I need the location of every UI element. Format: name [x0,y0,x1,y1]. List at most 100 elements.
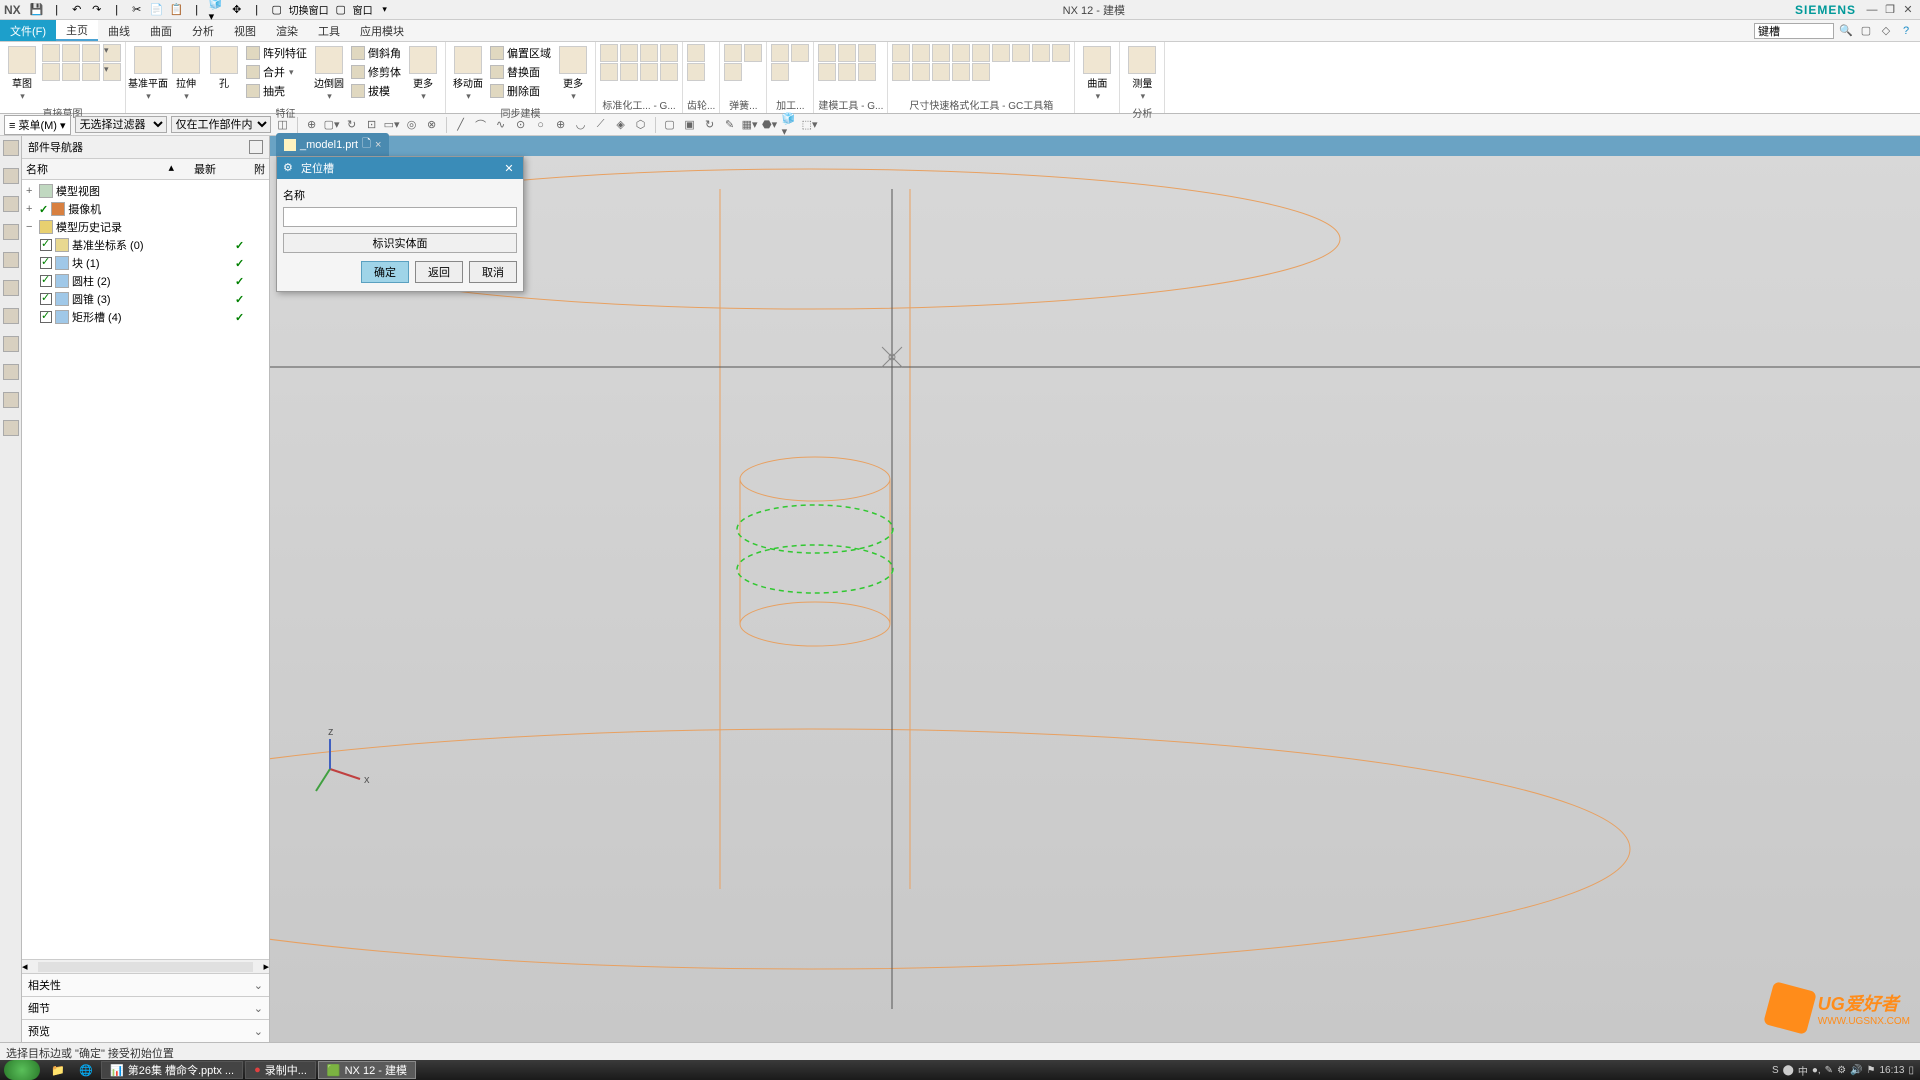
checkbox[interactable] [40,239,52,251]
ok-button[interactable]: 确定 [361,261,409,283]
std-icon[interactable] [640,44,658,62]
point-icon[interactable] [82,63,100,81]
redo-icon[interactable]: ↷ [89,2,105,18]
rail-reuse-icon[interactable] [3,252,19,268]
spring-icon[interactable] [744,44,762,62]
tab-app[interactable]: 应用模块 [350,20,414,41]
tab-render[interactable]: 渲染 [266,20,308,41]
browser-icon[interactable]: 🌐 [73,1061,99,1079]
tray-icon[interactable]: S [1772,1065,1779,1076]
search-icon[interactable]: 🔍 [1838,23,1854,39]
rail-history-icon[interactable] [3,336,19,352]
selection-filter-select[interactable]: 无选择过滤器 [75,116,167,133]
dialog-titlebar[interactable]: ⚙ 定位槽 ✕ [277,157,523,179]
checkbox[interactable] [40,293,52,305]
spring-icon[interactable] [724,44,742,62]
sort-icon[interactable]: ▴ [168,161,174,177]
tab-surface[interactable]: 曲面 [140,20,182,41]
offset-region-button[interactable]: 偏置区域 [488,44,553,62]
tray-clock[interactable]: 16:13 [1879,1065,1904,1076]
rail-roles-icon[interactable] [3,364,19,380]
selection-scope-select[interactable]: 仅在工作部件内 [171,116,271,133]
help-icon[interactable]: ? [1898,23,1914,39]
rail-process-icon[interactable] [3,392,19,408]
collapse-icon[interactable]: − [26,221,36,233]
nav-hscroll[interactable]: ◂▸ [22,959,269,973]
mach-icon[interactable] [771,44,789,62]
snap-icon[interactable]: ○ [533,117,549,133]
rail-nav-icon[interactable] [3,168,19,184]
tray-icon[interactable]: ●, [1812,1065,1821,1076]
dim-icon[interactable] [892,44,910,62]
tool-icon[interactable] [838,63,856,81]
replace-face-button[interactable]: 替换面 [488,63,553,81]
snap-icon[interactable]: ∿ [493,117,509,133]
view-icon[interactable]: ✎ [722,117,738,133]
taskbar-task[interactable]: 📊第26集 槽命令.pptx ... [101,1061,243,1079]
snap-icon[interactable]: ▢▾ [324,117,340,133]
tab-curve[interactable]: 曲线 [98,20,140,41]
view-icon[interactable]: ⬚▾ [802,117,818,133]
file-tab[interactable]: _model1.prt 🗋 × [276,133,389,156]
std-icon[interactable] [620,44,638,62]
snap-icon[interactable]: ⟋ [593,117,609,133]
std-icon[interactable] [660,63,678,81]
tab-view[interactable]: 视图 [224,20,266,41]
snap-icon[interactable]: ⌒ [473,117,489,133]
show-desktop[interactable]: ▯ [1908,1065,1914,1076]
snap-icon[interactable]: ⊙ [513,117,529,133]
checkbox[interactable] [40,275,52,287]
dim-icon[interactable] [992,44,1010,62]
shell-button[interactable]: 抽壳 [244,82,309,100]
chamfer-button[interactable]: 倒斜角 [349,44,403,62]
expand-icon[interactable]: + [26,203,36,215]
option1-icon[interactable]: ▢ [1858,23,1874,39]
command-search-input[interactable] [1754,23,1834,39]
dim-icon[interactable] [912,63,930,81]
window-dropdown-icon[interactable]: ▾ [377,2,393,18]
mach-icon[interactable] [791,44,809,62]
tray-icon[interactable]: ✎ [1825,1065,1833,1076]
save-icon[interactable]: 💾 [29,2,45,18]
tray-flag-icon[interactable]: ⚑ [1866,1065,1875,1076]
view-icon[interactable]: ▦▾ [742,117,758,133]
std-icon[interactable] [600,44,618,62]
tree-datum-csys[interactable]: 基准坐标系 (0)✓ [22,236,269,254]
more-feature-button[interactable]: 更多▾ [405,44,441,104]
explorer-icon[interactable]: 📁 [45,1061,71,1079]
tool-icon[interactable] [818,63,836,81]
snap-icon[interactable]: ◈ [613,117,629,133]
pattern-button[interactable]: 阵列特征 [244,44,309,62]
extrude-button[interactable]: 拉伸▾ [168,44,204,104]
rect-icon[interactable] [62,44,80,62]
rail-more-icon[interactable] [3,420,19,436]
switch-window-icon[interactable]: ▢ [269,2,285,18]
dim-icon[interactable] [892,63,910,81]
std-icon[interactable] [640,63,658,81]
minimize-icon[interactable]: — [1864,3,1880,17]
tree-model-views[interactable]: +模型视图 [22,182,269,200]
paste-icon[interactable]: 📋 [169,2,185,18]
rail-settings-icon[interactable] [3,140,19,156]
close-icon[interactable]: ✕ [1900,3,1916,17]
tray-ime-icon[interactable]: 中 [1798,1063,1808,1078]
window-menu-icon[interactable]: ▢ [333,2,349,18]
dim-icon[interactable] [952,44,970,62]
std-icon[interactable] [600,63,618,81]
tree-cylinder[interactable]: 圆柱 (2)✓ [22,272,269,290]
trim-button[interactable]: 修剪体 [349,63,403,81]
rail-constraint-icon[interactable] [3,224,19,240]
taskbar-task-active[interactable]: 🟩NX 12 - 建模 [318,1061,416,1079]
snap-icon[interactable]: ⊗ [424,117,440,133]
copy-icon[interactable]: 📄 [149,2,165,18]
more-sync-button[interactable]: 更多▾ [555,44,591,104]
switch-window-label[interactable]: 切换窗口 [289,2,329,18]
datum-plane-button[interactable]: 基准平面▾ [130,44,166,104]
dim-icon[interactable] [1032,44,1050,62]
view-icon[interactable]: ▢ [662,117,678,133]
snap-icon[interactable]: ⊕ [553,117,569,133]
rail-browser-icon[interactable] [3,308,19,324]
start-button[interactable] [4,1060,40,1080]
surface-button[interactable]: 曲面▾ [1079,44,1115,104]
snap-icon[interactable]: ◡ [573,117,589,133]
